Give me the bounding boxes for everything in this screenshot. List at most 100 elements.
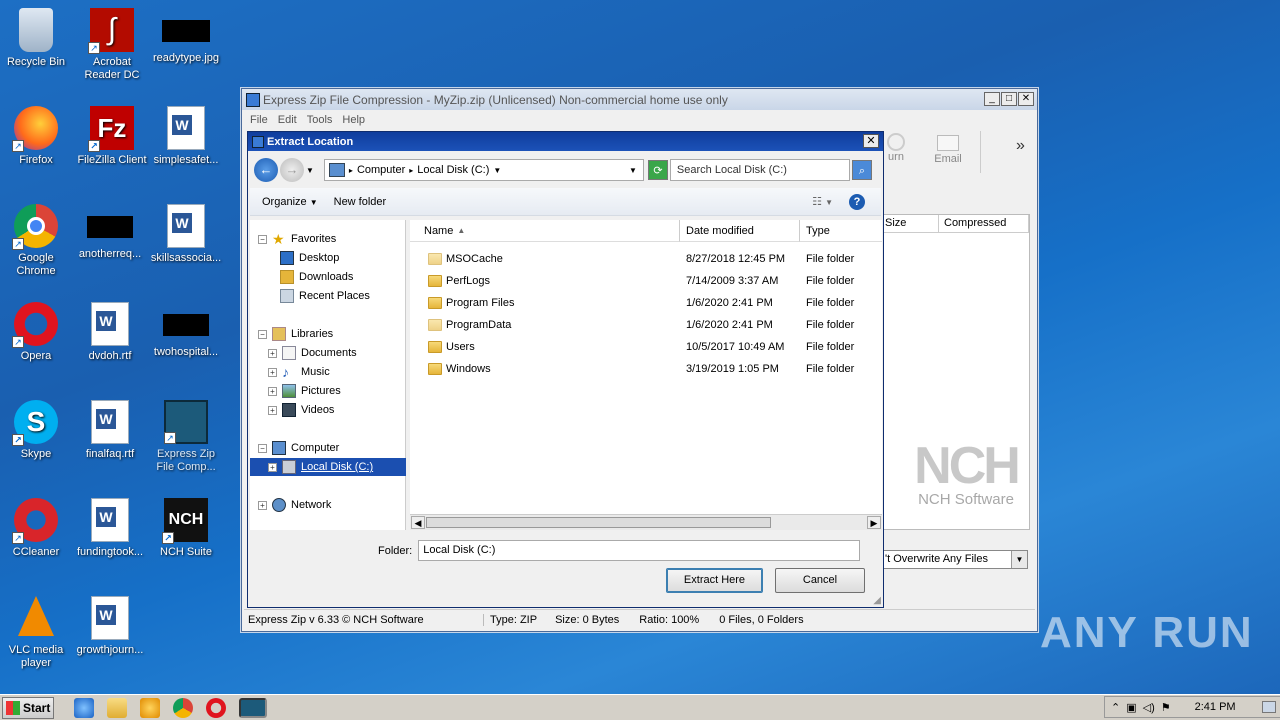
resize-grip-icon[interactable]: ◢ bbox=[873, 595, 881, 606]
nav-libraries[interactable]: − Libraries bbox=[258, 325, 333, 343]
nav-desktop[interactable]: Desktop bbox=[280, 249, 339, 267]
overwrite-select[interactable]: 't Overwrite Any Files ▼ bbox=[882, 550, 1028, 569]
action-center-flag-icon[interactable]: ⚑ bbox=[1161, 701, 1171, 714]
nav-pictures[interactable]: + Pictures bbox=[268, 382, 341, 400]
expand-icon[interactable]: + bbox=[268, 367, 277, 377]
burn-button[interactable]: urn bbox=[882, 133, 910, 163]
desktop-icon-nch-suite[interactable]: NCH ↗ NCH Suite bbox=[148, 498, 224, 559]
file-row-program-files[interactable]: Program Files 1/6/2020 2:41 PM File fold… bbox=[410, 293, 882, 315]
desktop-icon-opera[interactable]: ↗ Opera bbox=[0, 302, 74, 363]
collapse-icon[interactable]: − bbox=[258, 443, 267, 453]
desktop-icon-filezilla[interactable]: Fz ↗ FileZilla Client bbox=[74, 106, 150, 167]
desktop-icon-chrome[interactable]: ↗ Google Chrome bbox=[0, 204, 74, 278]
folder-input[interactable]: Local Disk (C:) bbox=[418, 540, 861, 561]
file-row-programdata[interactable]: ProgramData 1/6/2020 2:41 PM File folder bbox=[410, 315, 882, 337]
desktop-icon-recycle-bin[interactable]: Recycle Bin bbox=[0, 8, 74, 69]
cancel-button[interactable]: Cancel bbox=[775, 568, 865, 593]
taskbar-chrome-icon[interactable] bbox=[173, 697, 193, 718]
nav-favorites[interactable]: − ★ Favorites bbox=[258, 230, 336, 248]
organize-button[interactable]: Organize ▼ bbox=[262, 196, 318, 208]
horizontal-scrollbar[interactable]: ◀ ▶ bbox=[410, 514, 882, 530]
scroll-thumb[interactable] bbox=[426, 517, 771, 528]
scroll-right-icon[interactable]: ▶ bbox=[867, 516, 881, 529]
desktop-icon-simplesafet[interactable]: simplesafet... bbox=[148, 106, 224, 167]
desktop-icon-skillsassocia[interactable]: skillsassocia... bbox=[148, 204, 224, 265]
file-row-msocache[interactable]: MSOCache 8/27/2018 12:45 PM File folder bbox=[410, 249, 882, 271]
main-title-bar[interactable]: Express Zip File Compression - MyZip.zip… bbox=[242, 89, 1037, 110]
taskbar-express-zip-icon[interactable] bbox=[239, 697, 267, 718]
expand-icon[interactable]: + bbox=[268, 348, 277, 358]
nav-videos[interactable]: + Videos bbox=[268, 401, 334, 419]
breadcrumb-computer[interactable]: Computer bbox=[357, 164, 405, 176]
show-desktop-button[interactable] bbox=[1262, 701, 1276, 713]
desktop-icon-express-zip[interactable]: ↗ Express Zip File Comp... bbox=[148, 400, 224, 474]
menu-edit[interactable]: Edit bbox=[278, 114, 297, 126]
dialog-title-bar[interactable]: Extract Location bbox=[248, 132, 883, 151]
address-bar[interactable]: ▸ Computer ▸ Local Disk (C:) ▼ ▼ bbox=[323, 159, 644, 181]
tray-expand-icon[interactable]: ⌃ bbox=[1111, 701, 1120, 714]
desktop-icon-vlc[interactable]: VLC media player bbox=[0, 596, 74, 670]
menu-file[interactable]: File bbox=[250, 114, 268, 126]
desktop-icon-finalfaq[interactable]: finalfaq.rtf bbox=[72, 400, 148, 461]
back-button[interactable]: ← bbox=[254, 158, 278, 182]
taskbar-media-player-icon[interactable] bbox=[140, 697, 160, 718]
collapse-icon[interactable]: − bbox=[258, 234, 267, 244]
menu-tools[interactable]: Tools bbox=[307, 114, 333, 126]
desktop-icon-anotherreq[interactable]: anotherreq... bbox=[72, 204, 148, 261]
expand-icon[interactable]: + bbox=[258, 500, 267, 510]
clock[interactable]: 2:41 PM bbox=[1195, 701, 1236, 713]
nav-local-disk[interactable]: + Local Disk (C:) bbox=[250, 458, 406, 476]
expand-icon[interactable]: + bbox=[268, 386, 277, 396]
desktop-icon-firefox[interactable]: ↗ Firefox bbox=[0, 106, 74, 167]
expand-icon[interactable]: + bbox=[268, 462, 277, 472]
nav-network[interactable]: + Network bbox=[258, 496, 331, 514]
file-row-windows[interactable]: Windows 3/19/2019 1:05 PM File folder bbox=[410, 359, 882, 381]
extract-here-button[interactable]: Extract Here bbox=[666, 568, 763, 593]
network-tray-icon[interactable]: ▣ bbox=[1126, 701, 1136, 714]
taskbar-ie-icon[interactable] bbox=[74, 697, 94, 718]
close-button[interactable]: ✕ bbox=[1018, 92, 1034, 106]
nav-documents[interactable]: + Documents bbox=[268, 344, 357, 362]
forward-button[interactable]: → bbox=[280, 158, 304, 182]
menu-help[interactable]: Help bbox=[342, 114, 365, 126]
desktop-icon-fundingtook[interactable]: fundingtook... bbox=[72, 498, 148, 559]
nav-recent-places[interactable]: Recent Places bbox=[280, 287, 370, 305]
column-header-name[interactable]: Name ▲ bbox=[410, 220, 680, 242]
desktop-icon-growthjourn[interactable]: growthjourn... bbox=[72, 596, 148, 657]
col-size[interactable]: Size bbox=[883, 215, 939, 233]
breadcrumb-local-disk[interactable]: Local Disk (C:) bbox=[417, 164, 489, 176]
scroll-left-icon[interactable]: ◀ bbox=[411, 516, 425, 529]
refresh-button[interactable]: ⟳ bbox=[647, 160, 668, 180]
dialog-close-button[interactable]: ✕ bbox=[863, 134, 879, 148]
history-dropdown-icon[interactable]: ▼ bbox=[306, 166, 314, 175]
expand-icon[interactable]: + bbox=[268, 405, 277, 415]
new-folder-button[interactable]: New folder bbox=[334, 196, 387, 208]
column-header-type[interactable]: Type bbox=[800, 220, 882, 242]
nav-music[interactable]: + ♪ Music bbox=[268, 363, 330, 381]
desktop-icon-skype[interactable]: S ↗ Skype bbox=[0, 400, 74, 461]
desktop-icon-acrobat[interactable]: ∫ ↗ Acrobat Reader DC bbox=[74, 8, 150, 82]
nav-computer[interactable]: − Computer bbox=[258, 439, 339, 457]
address-dropdown-icon[interactable]: ▼ bbox=[629, 166, 637, 175]
search-input[interactable]: Search Local Disk (C:) bbox=[669, 159, 850, 181]
chevron-down-icon[interactable]: ▼ bbox=[493, 166, 501, 175]
desktop-icon-twohospital[interactable]: twohospital... bbox=[148, 302, 224, 359]
col-compressed[interactable]: Compressed bbox=[939, 215, 1029, 233]
start-button[interactable]: Start bbox=[2, 696, 54, 719]
desktop-icon-dvdoh[interactable]: dvdoh.rtf bbox=[72, 302, 148, 363]
desktop-icon-ccleaner[interactable]: ↗ CCleaner bbox=[0, 498, 74, 559]
more-tools-button[interactable]: » bbox=[1016, 137, 1025, 155]
maximize-button[interactable]: □ bbox=[1001, 92, 1017, 106]
taskbar-opera-icon[interactable] bbox=[206, 697, 226, 718]
search-icon[interactable]: ⌕ bbox=[851, 160, 872, 180]
help-icon[interactable]: ? bbox=[849, 193, 865, 210]
desktop-icon-readytype[interactable]: readytype.jpg bbox=[148, 8, 224, 65]
file-row-perflogs[interactable]: PerfLogs 7/14/2009 3:37 AM File folder bbox=[410, 271, 882, 293]
view-options-icon[interactable]: ☷ ▼ bbox=[812, 195, 833, 208]
file-row-users[interactable]: Users 10/5/2017 10:49 AM File folder bbox=[410, 337, 882, 359]
taskbar-explorer-icon[interactable] bbox=[107, 697, 127, 718]
volume-icon[interactable]: ◁) bbox=[1143, 701, 1155, 714]
column-header-date[interactable]: Date modified bbox=[680, 220, 800, 242]
email-button[interactable]: Email bbox=[928, 133, 968, 165]
minimize-button[interactable]: _ bbox=[984, 92, 1000, 106]
